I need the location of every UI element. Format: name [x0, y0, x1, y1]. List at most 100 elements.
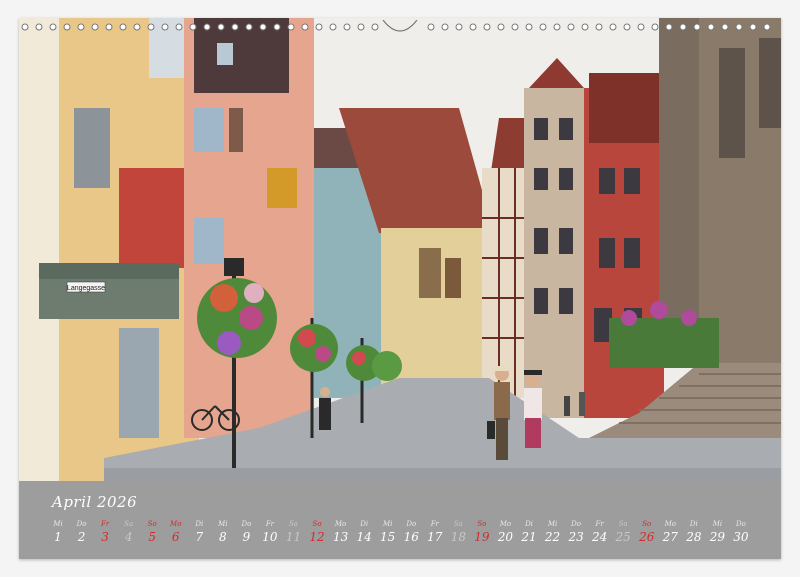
day-number: 21 — [521, 530, 537, 544]
binding-ring — [189, 23, 197, 31]
day-name: Fr — [430, 520, 439, 528]
day-name: Sa — [124, 520, 134, 528]
day-name: Fr — [265, 520, 275, 528]
day-number: 18 — [450, 530, 466, 544]
binding-ring — [343, 23, 351, 31]
day-name: Di — [525, 520, 533, 528]
calendar-strip: April 2026 Mi 1 Do 2 Fr 3 Sa 4 So 5 Mo 6 Di 7 Mi 8 Do 9 Fr… — [19, 481, 781, 559]
day-number: 30 — [733, 530, 749, 544]
day-name: Mo — [664, 520, 676, 528]
day-number: 29 — [709, 530, 726, 544]
binding-ring — [497, 23, 505, 31]
binding-ring — [553, 23, 561, 31]
day-number: 15 — [380, 530, 396, 544]
day-number: 16 — [403, 530, 419, 544]
binding-ring — [21, 23, 29, 31]
calendar-day: Do 2 — [71, 519, 93, 545]
binding-ring — [665, 23, 673, 31]
day-number: 5 — [148, 530, 156, 544]
binding-ring — [147, 23, 155, 31]
binding-ring — [427, 23, 435, 31]
day-number: 3 — [101, 530, 109, 544]
calendar-day: Di 7 — [188, 519, 210, 545]
binding-ring — [609, 23, 617, 31]
binding-rings — [19, 19, 781, 36]
binding-ring — [63, 23, 71, 31]
day-number: 20 — [497, 530, 514, 544]
calendar-day: Sa 11 — [283, 519, 305, 545]
calendar-day: Do 30 — [730, 519, 752, 545]
binding-ring — [679, 23, 687, 31]
calendar-day: So 12 — [306, 519, 328, 545]
calendar-day: Do 23 — [565, 519, 587, 545]
binding-ring — [231, 23, 239, 31]
day-name: So — [312, 520, 322, 528]
day-name: Fr — [595, 520, 604, 528]
calendar-day: Fr 3 — [94, 519, 116, 545]
binding-ring — [315, 23, 323, 31]
day-name: Di — [360, 520, 369, 528]
binding-ring — [441, 23, 449, 31]
day-name: Fr — [100, 520, 110, 528]
day-name: Sa — [618, 520, 628, 528]
calendar-day: Mo 13 — [330, 519, 352, 545]
binding-ring — [581, 23, 589, 31]
day-name: So — [477, 520, 487, 528]
calendar-day: Do 16 — [400, 519, 422, 545]
binding-ring — [511, 23, 519, 31]
calendar-day: Di 14 — [353, 519, 375, 545]
binding-ring — [749, 23, 757, 31]
binding-ring — [693, 23, 701, 31]
binding-ring — [245, 23, 253, 31]
binding-ring — [175, 23, 183, 31]
calendar-day: Fr 17 — [424, 519, 446, 545]
binding-ring — [469, 23, 477, 31]
day-number: 26 — [639, 530, 655, 544]
binding-ring — [567, 23, 575, 31]
day-name: Do — [736, 520, 746, 528]
day-number: 11 — [285, 530, 302, 544]
binding-ring — [105, 23, 113, 31]
binding-ring — [203, 23, 211, 31]
day-name: Do — [241, 520, 252, 528]
binding-ring — [119, 23, 127, 31]
day-number: 10 — [262, 530, 278, 544]
binding-ring — [623, 23, 631, 31]
shop-awning — [39, 263, 179, 279]
calendar-day: Mo 27 — [659, 519, 681, 545]
binding-ring — [735, 23, 743, 31]
day-name: So — [147, 520, 157, 528]
day-number: 27 — [662, 530, 678, 544]
red-house — [119, 168, 189, 268]
day-number: 19 — [474, 530, 490, 544]
calendar-day: Mi 8 — [212, 519, 234, 545]
binding-ring — [637, 23, 645, 31]
calendar-day: Sa 18 — [447, 519, 469, 545]
day-number: 6 — [171, 530, 180, 544]
day-name: Mo — [334, 520, 347, 528]
calendar-day: Mi 1 — [47, 519, 69, 545]
day-row: Mi 1 Do 2 Fr 3 Sa 4 So 5 Mo 6 Di 7 Mi 8 Do 9 Fr 10 Sa 11 So 12 M… — [47, 519, 767, 555]
day-number: 13 — [332, 530, 349, 544]
street-photo: Langegasse — [19, 18, 781, 481]
binding-ring — [301, 23, 309, 31]
binding-ring — [455, 23, 463, 31]
day-number: 9 — [242, 530, 251, 544]
calendar-day: Mi 22 — [542, 519, 564, 545]
calendar-day: Mo 20 — [494, 519, 516, 545]
calendar-day: So 19 — [471, 519, 493, 545]
day-name: Mi — [218, 520, 228, 528]
binding-ring — [329, 23, 337, 31]
day-number: 23 — [568, 530, 584, 544]
day-number: 2 — [77, 530, 86, 544]
binding-ring — [77, 23, 85, 31]
day-name: Mi — [712, 520, 723, 528]
binding-ring — [217, 23, 225, 31]
month-label: April 2026 — [52, 493, 138, 511]
street-sign-label: Langegasse — [67, 285, 105, 292]
calendar-page: Langegasse April 2026 Mi 1 Do 2 Fr 3 Sa … — [0, 0, 800, 577]
binding-ring — [357, 23, 365, 31]
day-name: Do — [571, 520, 581, 528]
day-number: 8 — [219, 530, 227, 544]
binding-ring — [287, 23, 295, 31]
